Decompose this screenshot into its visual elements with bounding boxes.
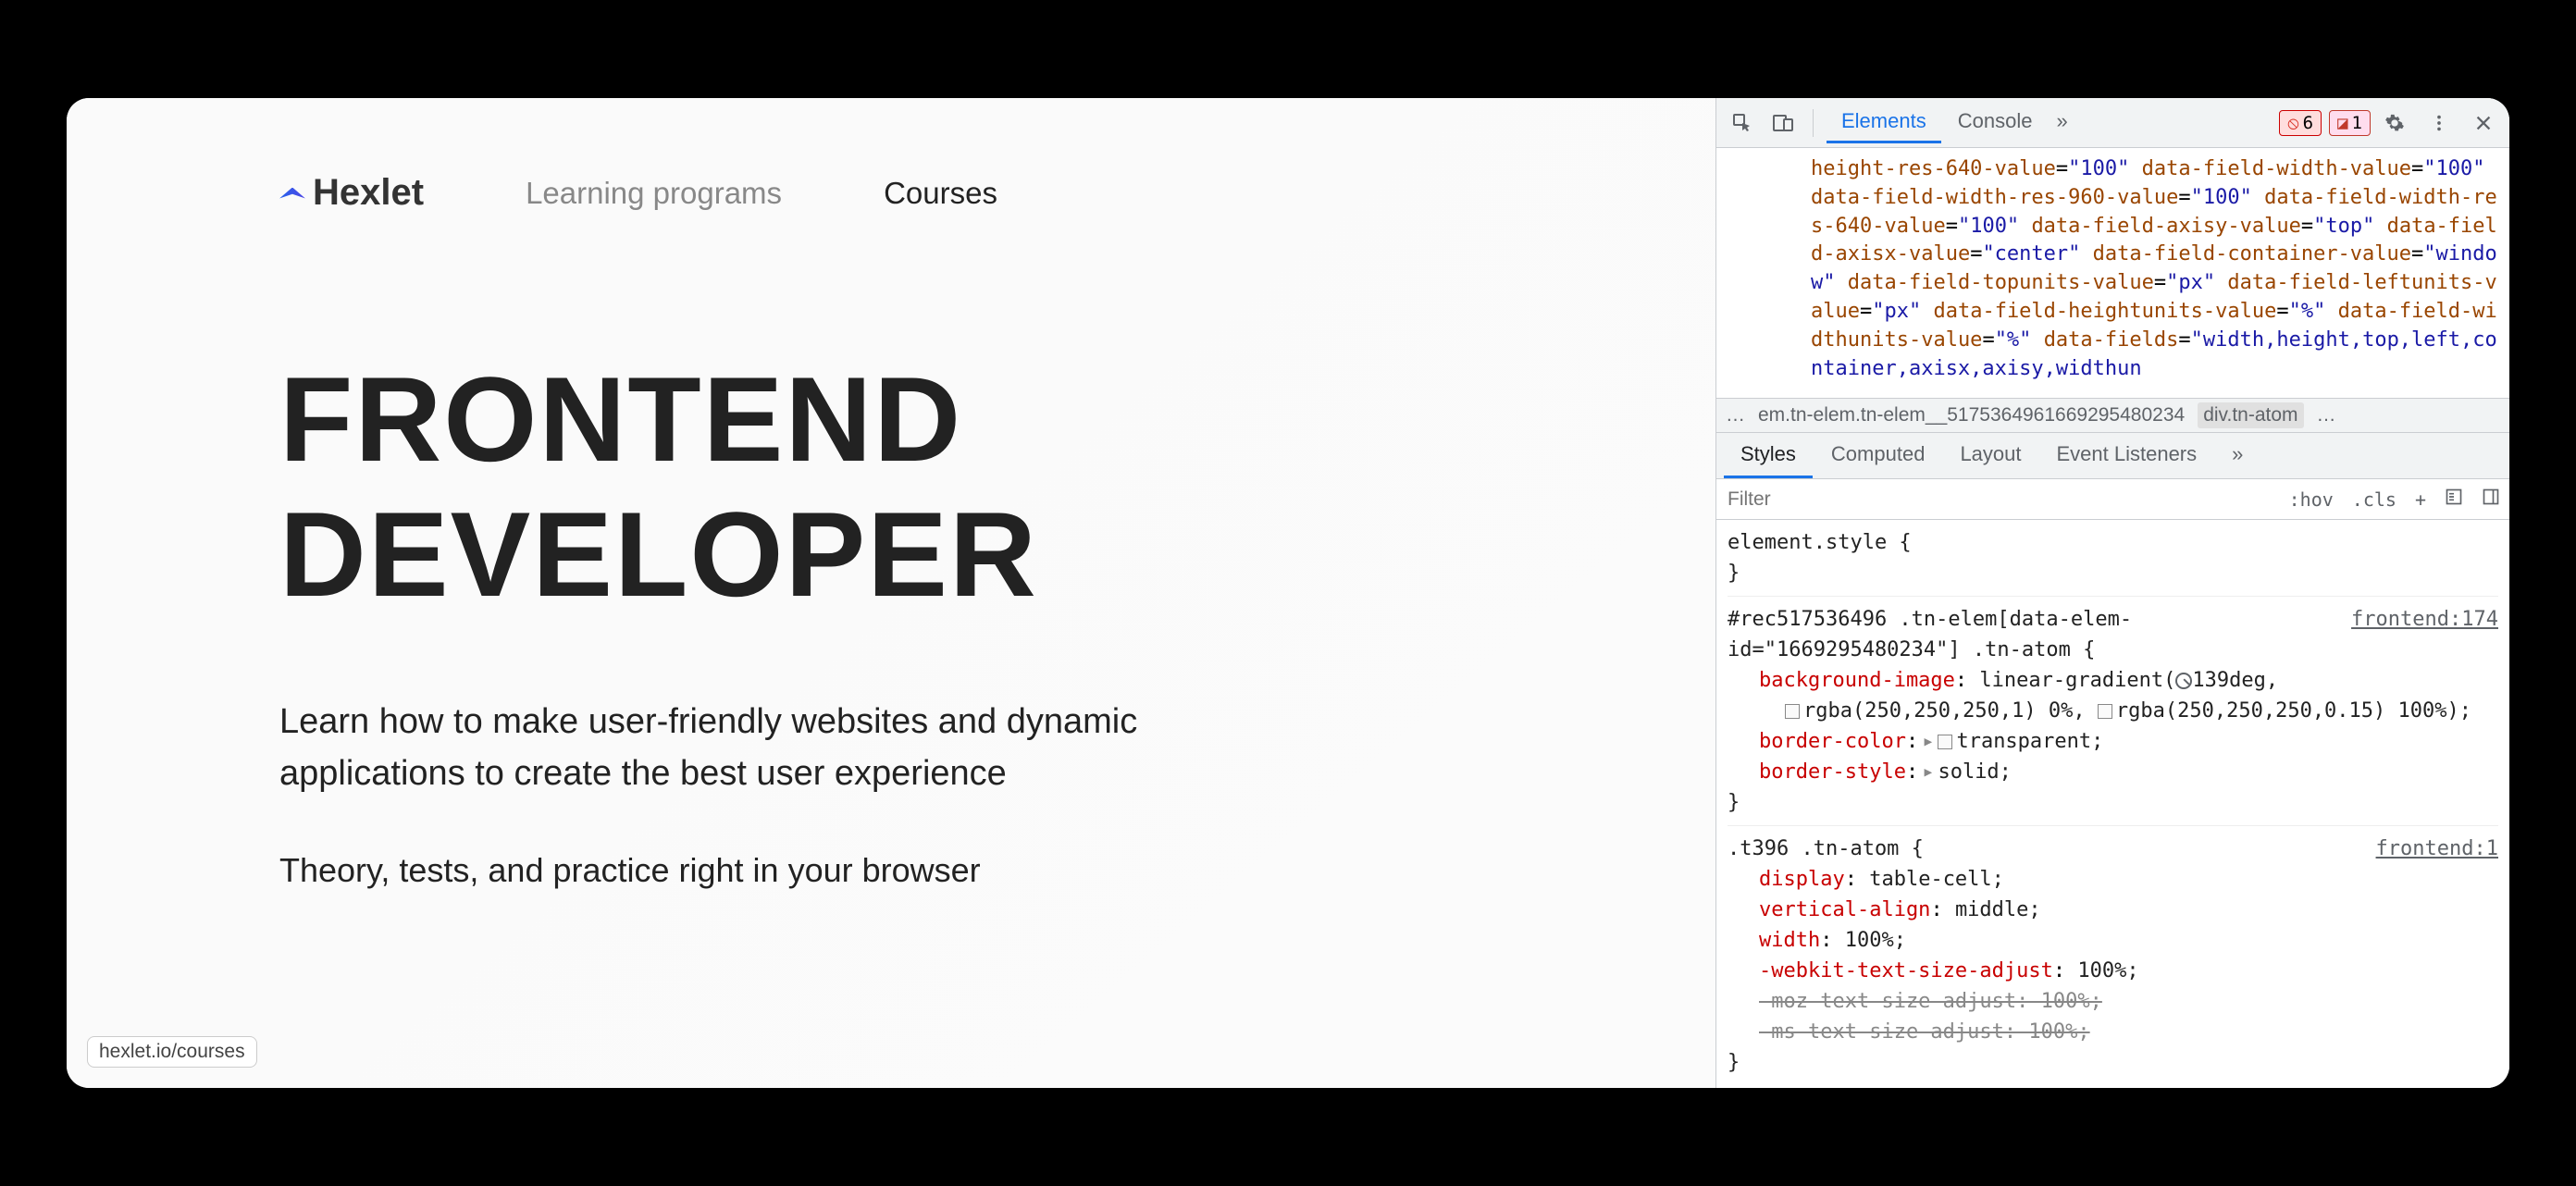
- hero-title-line1: FRONTEND: [279, 352, 962, 487]
- error-icon: ⦸: [2287, 113, 2298, 133]
- panel-tab-computed[interactable]: Computed: [1814, 433, 1942, 478]
- crumb-dots-2[interactable]: …: [2317, 404, 2336, 426]
- styles-pane[interactable]: element.style { } frontend:174 #rec51753…: [1716, 520, 2509, 1088]
- devtools-tabs: Elements Console »: [1827, 102, 2075, 143]
- rule-close: }: [1728, 787, 2498, 818]
- logo-text: Hexlet: [313, 172, 424, 214]
- css-val: middle;: [1955, 898, 2041, 921]
- panel-tab-more-icon[interactable]: »: [2215, 433, 2260, 478]
- selector-text: element.style {: [1728, 527, 2498, 558]
- issue-count: 1: [2352, 113, 2362, 133]
- style-rule[interactable]: frontend:1 .t396 .tn-atom { display: tab…: [1728, 834, 2498, 1085]
- css-prop: border-style: [1759, 760, 1906, 784]
- css-prop: display: [1759, 868, 1845, 891]
- logo[interactable]: Hexlet: [279, 172, 424, 214]
- computed-sidebar-icon[interactable]: [2435, 482, 2472, 516]
- inspect-element-icon[interactable]: [1726, 106, 1759, 140]
- issue-icon: ◪: [2337, 113, 2347, 133]
- hero-subtitle: Learn how to make user-friendly websites…: [279, 696, 1297, 799]
- url-tooltip: hexlet.io/courses: [87, 1036, 257, 1068]
- css-val: solid;: [1938, 760, 2011, 784]
- panel-tab-layout[interactable]: Layout: [1943, 433, 2037, 478]
- css-val: transparent;: [1956, 730, 2103, 753]
- nav-courses[interactable]: Courses: [884, 176, 997, 211]
- css-val: linear-gradient(139deg,: [1979, 669, 2278, 692]
- logo-icon: [279, 188, 305, 199]
- separator: [1813, 109, 1814, 137]
- css-val: table-cell;: [1869, 868, 2004, 891]
- style-rule[interactable]: element.style { }: [1728, 527, 2498, 597]
- tabs-more-icon[interactable]: »: [2049, 102, 2074, 143]
- filter-input[interactable]: [1716, 481, 2280, 518]
- toggle-sidebar-icon[interactable]: [2472, 482, 2509, 516]
- color-swatch-icon[interactable]: [2098, 704, 2112, 719]
- page-content: Hexlet Learning programs Courses FRONTEN…: [67, 98, 1715, 1088]
- css-prop: vertical-align: [1759, 898, 1930, 921]
- devtools-right-controls: [2378, 106, 2500, 140]
- struck-prop: -moz-text-size-adjust: 100%;: [1728, 986, 2498, 1017]
- css-prop: border-color: [1759, 730, 1906, 753]
- devtools-top-bar: Elements Console » ⦸ 6 ◪ 1: [1716, 98, 2509, 148]
- main-nav: Hexlet Learning programs Courses: [279, 172, 1503, 214]
- source-link[interactable]: frontend:174: [2351, 604, 2498, 635]
- css-val: 100%;: [2077, 959, 2138, 982]
- color-swatch-icon[interactable]: [1785, 704, 1800, 719]
- hero-title: FRONTEND DEVELOPER: [279, 352, 1503, 622]
- nav-learning-programs[interactable]: Learning programs: [526, 176, 782, 211]
- elements-tree[interactable]: height-res-640-value="100" data-field-wi…: [1716, 148, 2509, 398]
- issue-badge[interactable]: ◪ 1: [2329, 110, 2371, 136]
- style-rule[interactable]: frontend:174 #rec517536496 .tn-elem[data…: [1728, 604, 2498, 826]
- panel-tab-listeners[interactable]: Event Listeners: [2040, 433, 2214, 478]
- hov-toggle[interactable]: :hov: [2280, 483, 2343, 516]
- crumb-selected[interactable]: div.tn-atom: [2198, 402, 2303, 428]
- crumb-1[interactable]: em.tn-elem.tn-elem__51753649616692954802…: [1758, 404, 2185, 426]
- error-badge[interactable]: ⦸ 6: [2279, 110, 2322, 136]
- css-prop: width: [1759, 929, 1820, 952]
- styles-filter-bar: :hov .cls +: [1716, 479, 2509, 520]
- styles-panel-tabs: Styles Computed Layout Event Listeners »: [1716, 433, 2509, 479]
- kebab-menu-icon[interactable]: [2422, 106, 2456, 140]
- error-badges: ⦸ 6 ◪ 1: [2279, 110, 2371, 136]
- css-prop: -webkit-text-size-adjust: [1759, 959, 2053, 982]
- rule-close: }: [1728, 558, 2498, 588]
- hero-description: Theory, tests, and practice right in you…: [279, 851, 1503, 890]
- browser-window: Hexlet Learning programs Courses FRONTEN…: [67, 98, 2509, 1088]
- hero-title-line2: DEVELOPER: [279, 487, 1038, 622]
- color-swatch-icon[interactable]: [1938, 735, 1952, 749]
- panel-tab-styles[interactable]: Styles: [1724, 433, 1813, 478]
- struck-prop: -ms-text-size-adjust: 100%;: [1728, 1017, 2498, 1047]
- source-link[interactable]: frontend:1: [2376, 834, 2498, 864]
- css-prop: background-image: [1759, 669, 1955, 692]
- crumb-dots[interactable]: …: [1726, 404, 1745, 426]
- close-devtools-icon[interactable]: [2467, 106, 2500, 140]
- devtools-panel: Elements Console » ⦸ 6 ◪ 1 height-re: [1715, 98, 2509, 1088]
- rule-close: }: [1728, 1047, 2498, 1078]
- device-toggle-icon[interactable]: [1766, 106, 1800, 140]
- css-val: 100%;: [1845, 929, 1906, 952]
- settings-icon[interactable]: [2378, 106, 2411, 140]
- angle-icon[interactable]: [2175, 673, 2192, 689]
- cls-toggle[interactable]: .cls: [2343, 483, 2406, 516]
- tab-console[interactable]: Console: [1943, 102, 2048, 143]
- breadcrumb[interactable]: … em.tn-elem.tn-elem__517536496166929548…: [1716, 398, 2509, 433]
- error-count: 6: [2303, 113, 2313, 133]
- tab-elements[interactable]: Elements: [1827, 102, 1941, 143]
- new-rule-button[interactable]: +: [2406, 483, 2435, 516]
